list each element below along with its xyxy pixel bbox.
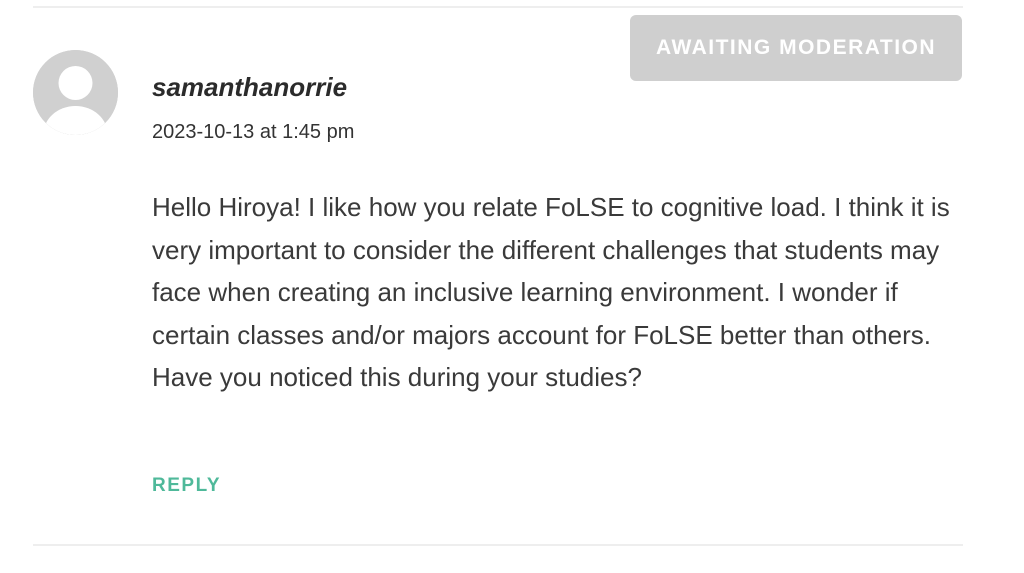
default-user-avatar-icon	[33, 50, 118, 135]
comment-timestamp: 2023-10-13 at 1:45 pm	[152, 121, 355, 143]
moderation-status-badge: AWAITING MODERATION	[630, 15, 962, 81]
comment-author: samanthanorrie	[152, 72, 348, 102]
reply-button[interactable]: REPLY	[152, 475, 221, 497]
top-divider	[33, 6, 963, 8]
avatar-icon	[33, 50, 118, 135]
comment-body: Hello Hiroya! I like how you relate FoLS…	[152, 192, 950, 392]
bottom-divider	[33, 544, 963, 546]
